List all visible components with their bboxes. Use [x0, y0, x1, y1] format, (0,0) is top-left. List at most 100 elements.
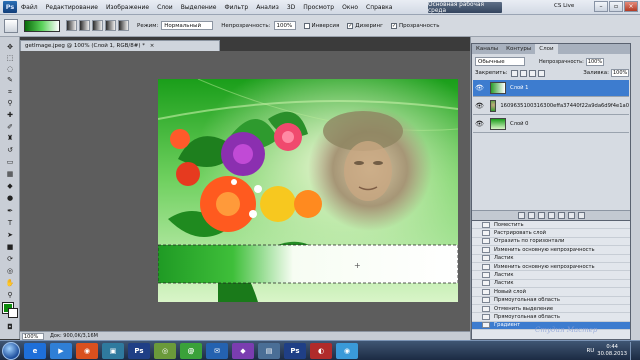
visibility-eye-icon[interactable]: 👁: [475, 102, 484, 111]
layer-name[interactable]: Слой 1: [510, 85, 528, 91]
blend-mode-select[interactable]: Обычные: [475, 57, 525, 66]
menu-filter[interactable]: Фильтр: [220, 4, 252, 11]
taskbar-app-icon[interactable]: ✉: [206, 342, 228, 359]
menu-window[interactable]: Окно: [338, 4, 362, 11]
blur-tool-icon[interactable]: ◆: [4, 182, 16, 191]
menu-help[interactable]: Справка: [362, 4, 396, 11]
taskbar-app-icon[interactable]: Ps: [284, 342, 306, 359]
menu-analysis[interactable]: Анализ: [252, 4, 283, 11]
shape-tool-icon[interactable]: ■: [4, 243, 16, 252]
close-tab-icon[interactable]: ×: [150, 43, 155, 49]
fill-input[interactable]: 100%: [611, 69, 629, 77]
gradient-picker[interactable]: [24, 19, 60, 32]
layer-row[interactable]: 👁 Слой 0: [473, 116, 629, 133]
history-brush-tool-icon[interactable]: ↺: [4, 146, 16, 155]
dither-checkbox-box[interactable]: ✓: [347, 22, 354, 29]
delete-layer-icon[interactable]: [577, 212, 585, 219]
menu-edit[interactable]: Редактирование: [42, 4, 102, 11]
lock-all-icon[interactable]: [537, 69, 545, 77]
pen-tool-icon[interactable]: ✒: [4, 207, 16, 216]
history-item[interactable]: Отразить по горизонтали: [472, 238, 630, 247]
tab-layers[interactable]: Слои: [535, 44, 558, 54]
new-layer-icon[interactable]: [567, 212, 575, 219]
menu-layers[interactable]: Слои: [153, 4, 177, 11]
type-tool-icon[interactable]: T: [4, 219, 16, 228]
radial-gradient-icon[interactable]: [79, 20, 90, 31]
cs-live-button[interactable]: CS Live: [554, 3, 574, 9]
marquee-tool-icon[interactable]: ⬚: [4, 54, 16, 63]
add-mask-icon[interactable]: [537, 212, 545, 219]
taskbar-app-icon[interactable]: ▣: [102, 342, 124, 359]
history-item[interactable]: Поместить: [472, 221, 630, 230]
crop-tool-icon[interactable]: ⌗: [4, 88, 16, 97]
taskbar-app-icon[interactable]: ▶: [50, 342, 72, 359]
zoom-tool-icon[interactable]: ⚲: [4, 291, 16, 300]
visibility-eye-icon[interactable]: 👁: [475, 120, 484, 129]
lasso-tool-icon[interactable]: ◌: [4, 65, 16, 74]
eyedropper-tool-icon[interactable]: ⚲: [4, 99, 16, 108]
new-group-icon[interactable]: [557, 212, 565, 219]
menu-view[interactable]: Просмотр: [299, 4, 338, 11]
gradient-tool-icon[interactable]: ▦: [4, 170, 16, 179]
taskbar-app-icon[interactable]: ◉: [76, 342, 98, 359]
clone-stamp-tool-icon[interactable]: ♜: [4, 134, 16, 143]
gradient-tool-preset-icon[interactable]: [4, 18, 18, 33]
3d-rotate-tool-icon[interactable]: ⟳: [4, 255, 16, 264]
tab-paths[interactable]: Контуры: [502, 44, 535, 54]
link-layers-icon[interactable]: [517, 212, 525, 219]
history-item[interactable]: Новый слой: [472, 288, 630, 297]
layer-row[interactable]: 👁 Слой 1: [473, 80, 629, 97]
layer-name[interactable]: Слой 0: [510, 121, 528, 127]
opacity-input[interactable]: 100%: [273, 21, 296, 30]
menu-3d[interactable]: 3D: [283, 4, 299, 11]
history-item[interactable]: Отменить выделение: [472, 305, 630, 314]
close-icon[interactable]: ×: [624, 1, 638, 12]
menu-file[interactable]: Файл: [17, 4, 42, 11]
history-item[interactable]: Ластик: [472, 255, 630, 263]
mode-select[interactable]: Нормальный: [161, 21, 214, 30]
layer-row[interactable]: 👁 1609635100316300effa37440f22a9da6d9f4e…: [473, 98, 629, 115]
history-item[interactable]: Изменить основную непрозрачность: [472, 263, 630, 272]
show-desktop-button[interactable]: [630, 341, 636, 360]
layer-name[interactable]: 1609635100316300effa37440f22a9da6d9f4e1a…: [500, 103, 629, 109]
inverse-checkbox[interactable]: Инверсия: [303, 22, 339, 29]
lock-image-icon[interactable]: [519, 69, 527, 77]
menu-image[interactable]: Изображение: [102, 4, 153, 11]
maximize-icon[interactable]: ▫: [609, 1, 623, 12]
healing-brush-tool-icon[interactable]: ✚: [4, 111, 16, 120]
clock[interactable]: 0:44 30.08.2013: [597, 344, 627, 357]
hand-tool-icon[interactable]: ✋: [4, 279, 16, 288]
history-item[interactable]: Растрировать слой: [472, 229, 630, 238]
background-color-swatch[interactable]: [8, 308, 18, 318]
history-item[interactable]: Прямоугольная область: [472, 297, 630, 305]
linear-gradient-icon[interactable]: [66, 20, 77, 31]
path-select-tool-icon[interactable]: ➤: [4, 231, 16, 240]
taskbar-app-icon[interactable]: ◐: [310, 342, 332, 359]
3d-camera-tool-icon[interactable]: ◎: [4, 267, 16, 276]
zoom-level-input[interactable]: 100%: [22, 332, 44, 340]
lock-transparent-icon[interactable]: [510, 69, 518, 77]
history-item[interactable]: Ластик: [472, 271, 630, 280]
angle-gradient-icon[interactable]: [92, 20, 103, 31]
layer-style-icon[interactable]: [527, 212, 535, 219]
taskbar-app-icon[interactable]: ◎: [154, 342, 176, 359]
inverse-checkbox-box[interactable]: [303, 22, 310, 29]
reflected-gradient-icon[interactable]: [105, 20, 116, 31]
start-button[interactable]: [2, 341, 20, 360]
history-item[interactable]: Прямоугольная область: [472, 313, 630, 322]
move-tool-icon[interactable]: ✥: [4, 43, 16, 52]
language-indicator[interactable]: RU: [586, 348, 594, 354]
history-item[interactable]: Изменить основную непрозрачность: [472, 246, 630, 255]
minimize-icon[interactable]: –: [594, 1, 608, 12]
taskbar-app-icon[interactable]: ▤: [258, 342, 280, 359]
eraser-tool-icon[interactable]: ▭: [4, 158, 16, 167]
history-item[interactable]: Ластик: [472, 280, 630, 289]
quick-mask-icon[interactable]: ◘: [4, 323, 16, 332]
dither-checkbox[interactable]: ✓ Дизеринг: [347, 22, 383, 29]
transparency-checkbox-box[interactable]: ✓: [391, 22, 397, 29]
taskbar-app-icon[interactable]: Ps: [128, 342, 150, 359]
document-canvas[interactable]: +: [158, 79, 458, 302]
dodge-tool-icon[interactable]: ●: [4, 194, 16, 203]
taskbar-app-icon[interactable]: @: [180, 342, 202, 359]
brush-tool-icon[interactable]: ✐: [4, 123, 16, 132]
